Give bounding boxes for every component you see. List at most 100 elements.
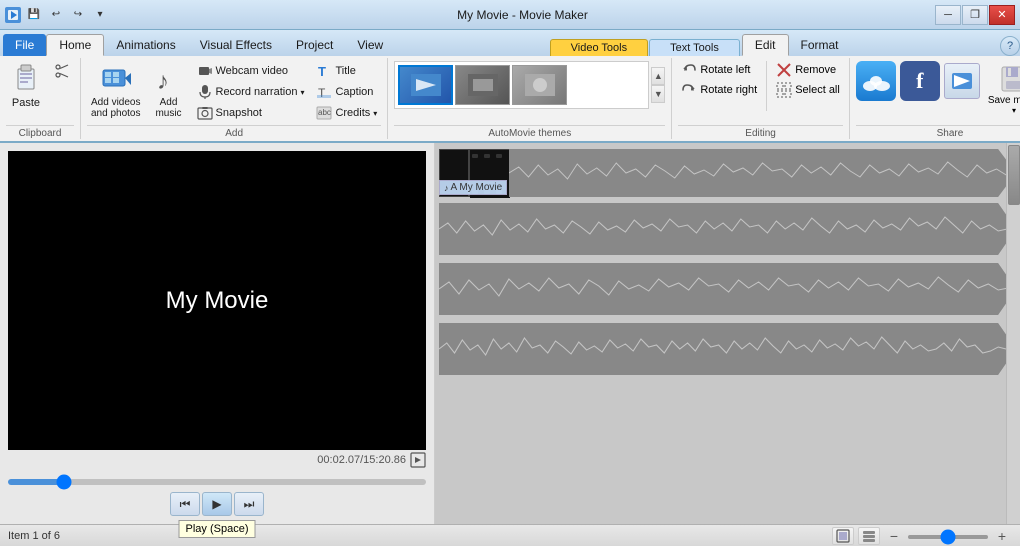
minimize-button[interactable]: ─ <box>935 5 961 25</box>
select-all-button[interactable]: Select all <box>773 81 843 99</box>
remove-button[interactable]: Remove <box>773 61 843 79</box>
tab-edit[interactable]: Edit <box>742 34 789 56</box>
remove-label: Remove <box>795 64 836 76</box>
play-button[interactable]: ▶ <box>202 492 232 516</box>
status-item-count: Item 1 of 6 <box>8 530 60 542</box>
rotate-right-button[interactable]: Rotate right <box>678 81 760 99</box>
track-waveform-4 <box>439 323 1016 375</box>
tab-home[interactable]: Home <box>46 34 104 56</box>
preview-controls: ⏮ ▶ ⏭ Play (Space) <box>8 492 426 516</box>
fullscreen-icon[interactable] <box>410 452 426 468</box>
track-row-4 <box>435 319 1020 379</box>
preview-screen: My Movie <box>8 151 426 450</box>
credits-button[interactable]: abc Credits ▾ <box>312 103 381 123</box>
webcam-button[interactable]: Webcam video <box>193 61 309 81</box>
save-movie-button[interactable]: Save movie ▾ <box>984 61 1020 117</box>
theme-scroll-up[interactable]: ▲ <box>651 67 665 85</box>
tab-file[interactable]: File <box>3 34 46 56</box>
rotate-right-label: Rotate right <box>700 84 757 96</box>
app-icon <box>5 7 21 23</box>
theme-scroll: ▲ ▼ <box>651 67 665 103</box>
zoom-slider[interactable] <box>908 530 988 542</box>
narration-button[interactable]: Record narration ▾ <box>193 82 309 102</box>
preview-time: 00:02.07/15:20.86 <box>8 450 426 470</box>
theme-thumb-2[interactable] <box>455 65 510 105</box>
timeline-panel[interactable]: ♪ A My Movie <box>435 143 1020 524</box>
svg-text:♪: ♪ <box>157 68 169 95</box>
waveform-svg-4 <box>439 323 1016 375</box>
rotate-left-label: Rotate left <box>700 64 750 76</box>
clipboard-label: Clipboard <box>6 125 74 139</box>
automovie-themes-list: ▲ ▼ <box>394 61 665 109</box>
share-label: Share <box>856 125 1020 139</box>
mic-icon <box>197 84 213 100</box>
add-music-button[interactable]: ♪ Addmusic <box>149 61 189 121</box>
waveform-svg-3 <box>439 263 1016 315</box>
dropdown-quick-btn[interactable]: ▾ <box>90 6 110 24</box>
title-button[interactable]: T Title <box>312 61 381 81</box>
scissors-button[interactable] <box>50 61 74 81</box>
skip-forward-button[interactable]: ⏭ <box>234 492 264 516</box>
preview-title: My Movie <box>166 287 269 315</box>
tab-view[interactable]: View <box>345 34 395 56</box>
first-track: ♪ A My Movie <box>435 143 1020 199</box>
fit-screen-button[interactable] <box>832 527 854 545</box>
snapshot-button[interactable]: Snapshot <box>193 103 309 123</box>
ribbon-group-clipboard: Paste Clipboard <box>0 58 81 139</box>
zoom-slider-input[interactable] <box>908 535 988 539</box>
zoom-out-button[interactable]: − <box>884 528 904 544</box>
track-waveform-3 <box>439 263 1016 315</box>
scrubber-input[interactable] <box>8 479 426 485</box>
skip-back-button[interactable]: ⏮ <box>170 492 200 516</box>
narration-label: Record narration <box>216 86 298 98</box>
scrollbar-thumb[interactable] <box>1008 145 1020 205</box>
add-label: Add <box>87 125 381 139</box>
ribbon-tabs: File Home Animations Visual Effects Proj… <box>0 30 1020 56</box>
add-small-btns: Webcam video Record narration ▾ Snapshot <box>193 61 309 123</box>
theme-thumb-3[interactable] <box>512 65 567 105</box>
caption-icon: T <box>316 84 332 100</box>
theme-thumb-1[interactable] <box>398 65 453 105</box>
paste-icon <box>10 63 42 95</box>
onedrive-button[interactable] <box>856 61 896 101</box>
share-more-button[interactable] <box>944 63 980 99</box>
window-title: My Movie - Movie Maker <box>110 8 935 22</box>
caption-button[interactable]: T Caption <box>312 82 381 102</box>
help-button[interactable]: ? <box>1000 36 1020 56</box>
music-note-icon: ♪ <box>444 183 449 193</box>
remove-icon <box>776 62 792 78</box>
credits-dropdown[interactable]: ▾ <box>373 109 377 118</box>
redo-quick-btn[interactable]: ↪ <box>68 6 88 24</box>
timeline-view-button[interactable] <box>858 527 880 545</box>
tab-animations[interactable]: Animations <box>104 34 187 56</box>
timeline-scrollbar[interactable] <box>1006 143 1020 524</box>
add-videos-button[interactable]: Add videosand photos <box>87 61 145 121</box>
preview-scrubber[interactable] <box>8 474 426 488</box>
add-videos-icon <box>100 63 132 95</box>
track-row-3 <box>435 259 1020 319</box>
close-button[interactable]: ✕ <box>989 5 1015 25</box>
save-quick-btn[interactable]: 💾 <box>24 6 44 24</box>
webcam-label: Webcam video <box>216 65 289 77</box>
window-controls: ─ ❐ ✕ <box>935 5 1015 25</box>
tab-project[interactable]: Project <box>284 34 345 56</box>
ribbon-group-share: f Save movie ▾ Share <box>850 58 1020 139</box>
title-label-overlay: ♪ A My Movie <box>439 180 507 195</box>
automovie-label: AutoMovie themes <box>394 125 665 139</box>
snapshot-label: Snapshot <box>216 107 262 119</box>
undo-quick-btn[interactable]: ↩ <box>46 6 66 24</box>
tab-format[interactable]: Format <box>789 34 851 56</box>
tab-visual-effects[interactable]: Visual Effects <box>188 34 284 56</box>
theme-list <box>394 61 649 109</box>
paste-button[interactable]: Paste <box>6 61 46 111</box>
restore-button[interactable]: ❐ <box>962 5 988 25</box>
text-tools-tab[interactable]: Text Tools <box>649 39 740 56</box>
narration-dropdown[interactable]: ▾ <box>300 88 304 97</box>
share-content: f Save movie ▾ <box>856 61 1020 123</box>
zoom-in-button[interactable]: + <box>992 528 1012 544</box>
theme-scroll-down[interactable]: ▼ <box>651 85 665 103</box>
facebook-button[interactable]: f <box>900 61 940 101</box>
rotate-left-button[interactable]: Rotate left <box>678 61 760 79</box>
video-tools-tab[interactable]: Video Tools <box>550 39 648 56</box>
rotate-right-icon <box>681 82 697 98</box>
